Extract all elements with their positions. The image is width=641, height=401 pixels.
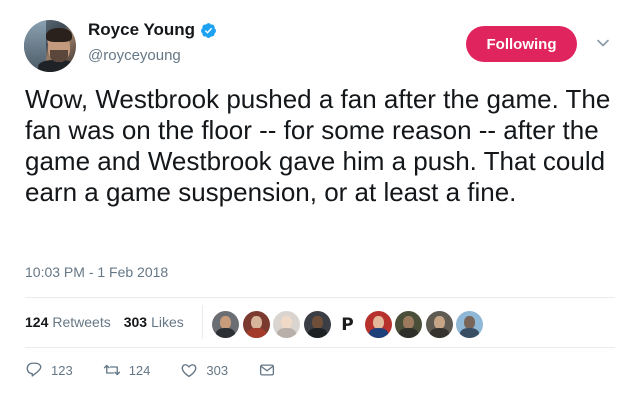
liker-avatar[interactable] bbox=[303, 311, 331, 338]
likes-stat[interactable]: 303 Likes bbox=[124, 314, 184, 330]
reply-count: 123 bbox=[51, 362, 73, 378]
p-logo-text: P bbox=[341, 314, 354, 335]
likes-label: Likes bbox=[151, 314, 184, 330]
author-handle[interactable]: @royceyoung bbox=[88, 47, 181, 64]
tweet-text: Wow, Westbrook pushed a fan after the ga… bbox=[25, 84, 611, 207]
liker-avatar[interactable] bbox=[273, 311, 300, 338]
divider bbox=[25, 347, 615, 348]
tweet-timestamp[interactable]: 10:03 PM - 1 Feb 2018 bbox=[25, 264, 168, 280]
liker-avatar[interactable] bbox=[395, 311, 422, 338]
retweets-count: 124 bbox=[25, 314, 49, 330]
retweets-label: Retweets bbox=[52, 314, 111, 330]
reply-icon bbox=[26, 362, 42, 377]
tweet-stats: 124 Retweets 303 Likes bbox=[25, 314, 197, 330]
likes-count: 303 bbox=[123, 314, 148, 330]
retweet-count: 124 bbox=[128, 362, 151, 378]
author-name-row[interactable]: Royce Young bbox=[88, 20, 217, 40]
verified-badge-icon bbox=[201, 22, 216, 38]
like-button[interactable]: 303 bbox=[180, 361, 228, 379]
retweets-stat[interactable]: 124 Retweets bbox=[25, 314, 111, 330]
liker-avatar[interactable] bbox=[364, 311, 392, 338]
retweet-icon bbox=[103, 364, 120, 376]
liker-avatar[interactable] bbox=[212, 311, 239, 338]
heart-icon bbox=[182, 364, 197, 378]
chevron-down-icon[interactable] bbox=[596, 36, 610, 50]
like-count: 303 bbox=[206, 362, 229, 378]
likers-avatars: P bbox=[212, 311, 487, 338]
retweet-button[interactable]: 124 bbox=[103, 361, 151, 379]
reply-button[interactable]: 123 bbox=[25, 361, 73, 379]
direct-message-button[interactable] bbox=[258, 361, 276, 379]
author-display-name[interactable]: Royce Young bbox=[88, 20, 195, 40]
tweet-actions: 123 124 303 bbox=[25, 361, 306, 379]
liker-avatar[interactable] bbox=[425, 311, 453, 338]
liker-avatar[interactable] bbox=[242, 311, 270, 338]
divider bbox=[25, 297, 615, 298]
envelope-icon bbox=[260, 364, 275, 376]
liker-avatar-p-logo[interactable]: P bbox=[334, 311, 361, 338]
author-avatar[interactable] bbox=[24, 20, 76, 72]
stats-separator bbox=[202, 305, 203, 339]
liker-avatar[interactable] bbox=[456, 311, 483, 338]
following-button[interactable]: Following bbox=[466, 26, 577, 62]
